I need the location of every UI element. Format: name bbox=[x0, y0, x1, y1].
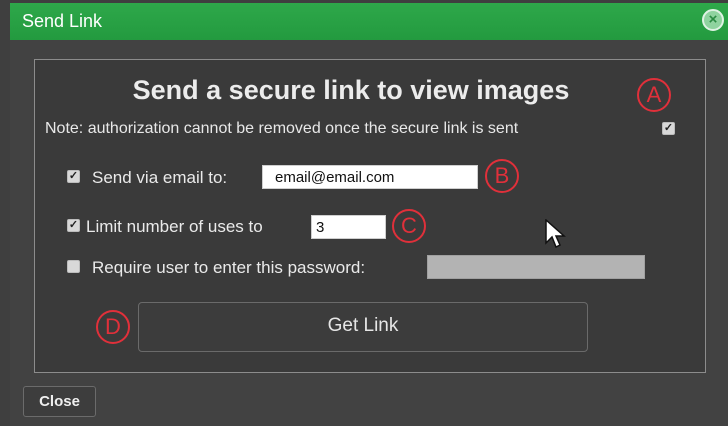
authorization-note: Note: authorization cannot be removed on… bbox=[45, 120, 519, 137]
dialog-body: Send a secure link to view images A Note… bbox=[10, 40, 728, 426]
require-password-label: Require user to enter this password: bbox=[92, 258, 366, 277]
email-label: Send via email to: bbox=[92, 168, 228, 187]
limit-uses-field[interactable] bbox=[311, 215, 386, 239]
mouse-pointer-icon bbox=[545, 219, 566, 249]
get-link-button[interactable]: Get Link bbox=[138, 302, 588, 352]
email-field[interactable] bbox=[262, 165, 478, 189]
dialog-title: Send Link bbox=[22, 11, 103, 31]
email-checkbox[interactable]: ✓ bbox=[67, 170, 80, 183]
dialog-titlebar: Send Link × bbox=[10, 3, 728, 40]
limit-uses-checkbox[interactable]: ✓ bbox=[67, 219, 80, 232]
note-checkbox[interactable]: ✓ bbox=[662, 122, 675, 135]
send-link-panel: Send a secure link to view images A Note… bbox=[34, 59, 706, 373]
require-password-checkbox[interactable] bbox=[67, 260, 80, 273]
password-field[interactable] bbox=[427, 255, 645, 279]
panel-heading: Send a secure link to view images bbox=[132, 75, 570, 105]
close-button[interactable]: Close bbox=[23, 386, 96, 417]
annotation-marker-b: B bbox=[485, 159, 519, 193]
annotation-marker-c: C bbox=[392, 209, 426, 243]
annotation-marker-d: D bbox=[96, 310, 130, 344]
limit-uses-label: Limit number of uses to bbox=[86, 217, 263, 236]
close-circle-icon[interactable]: × bbox=[702, 9, 724, 31]
annotation-marker-a: A bbox=[637, 78, 671, 112]
